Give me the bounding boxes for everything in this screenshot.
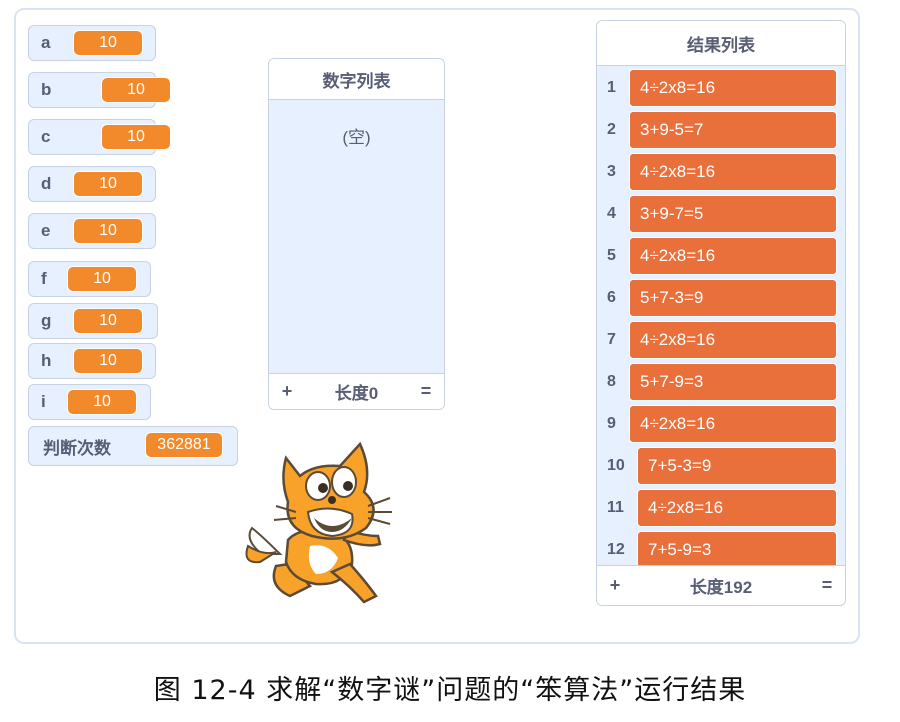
- variable-value: 10: [67, 266, 137, 292]
- list-item-index: 6: [607, 289, 616, 306]
- list-item-value[interactable]: 4÷2x8=16: [637, 489, 837, 527]
- resize-handle[interactable]: =: [819, 575, 835, 596]
- variable-name: b: [41, 80, 52, 99]
- list-monitor-numbers[interactable]: 数字列表 (空) + 长度0 =: [268, 58, 445, 410]
- variable-value: 10: [101, 124, 171, 150]
- variable-monitor-d[interactable]: d 10: [28, 166, 156, 202]
- list-item-index: 5: [607, 247, 616, 264]
- list-item-value[interactable]: 4÷2x8=16: [629, 321, 837, 359]
- list-title: 结果列表: [597, 21, 845, 66]
- add-item-button[interactable]: +: [607, 575, 623, 596]
- list-footer: + 长度0 =: [269, 373, 444, 409]
- variable-value: 10: [101, 77, 171, 103]
- variable-name: a: [41, 33, 51, 52]
- list-item-index: 9: [607, 415, 616, 432]
- variable-monitor-c[interactable]: c 10: [28, 119, 171, 155]
- scratch-cat-sprite-icon[interactable]: [240, 436, 424, 612]
- list-item-value[interactable]: 4÷2x8=16: [629, 153, 837, 191]
- add-item-button[interactable]: +: [279, 381, 295, 402]
- list-item-index: 8: [607, 373, 616, 390]
- list-item-value[interactable]: 4÷2x8=16: [629, 237, 837, 275]
- list-footer: + 长度192 =: [597, 565, 845, 605]
- list-item-index: 2: [607, 121, 616, 138]
- figure-caption: 图 12-4 求解“数字谜”问题的“笨算法”运行结果: [153, 675, 747, 706]
- list-length: 长度192: [689, 578, 753, 597]
- variable-value: 10: [73, 30, 143, 56]
- variable-monitor-b[interactable]: b 10: [28, 72, 171, 108]
- variable-value: 362881: [145, 432, 223, 458]
- list-item-index: 4: [607, 205, 616, 222]
- list-item-index: 12: [607, 541, 625, 558]
- variable-monitor-judge-count[interactable]: 判断次数 362881: [28, 426, 238, 466]
- variable-value: 10: [67, 389, 137, 415]
- list-item-index: 3: [607, 163, 616, 180]
- variable-value: 10: [73, 308, 143, 334]
- variable-monitor-a[interactable]: a 10: [28, 25, 156, 61]
- variable-value: 10: [73, 348, 143, 374]
- variable-name: d: [41, 174, 52, 193]
- variable-name: e: [41, 221, 51, 240]
- list-item-index: 11: [607, 499, 624, 516]
- variable-name: 判断次数: [43, 438, 111, 458]
- variable-name: c: [41, 127, 51, 146]
- variable-monitor-h[interactable]: h 10: [28, 343, 156, 379]
- list-item-index: 7: [607, 331, 616, 348]
- list-item-value[interactable]: 7+5-9=3: [637, 531, 837, 569]
- variable-monitor-g[interactable]: g 10: [28, 303, 158, 339]
- list-title: 数字列表: [269, 59, 444, 100]
- variable-name: g: [41, 311, 52, 330]
- variable-monitor-f[interactable]: f 10: [28, 261, 151, 297]
- variable-value: 10: [73, 218, 143, 244]
- list-item-value[interactable]: 4÷2x8=16: [629, 405, 837, 443]
- list-empty-text: (空): [342, 128, 371, 147]
- variable-name: i: [41, 392, 46, 411]
- list-item-index: 1: [607, 79, 616, 96]
- list-item-value[interactable]: 5+7-9=3: [629, 363, 837, 401]
- variable-monitor-i[interactable]: i 10: [28, 384, 151, 420]
- list-item-index: 10: [607, 457, 625, 474]
- variable-monitor-e[interactable]: e 10: [28, 213, 156, 249]
- list-monitor-results[interactable]: 结果列表 1 4÷2x8=16 2 3+9-5=7 3 4÷2x8=16 4 3+9-7=5 5…: [596, 20, 846, 606]
- variable-name: h: [41, 351, 52, 370]
- list-item-value[interactable]: 4÷2x8=16: [629, 69, 837, 107]
- list-item-value[interactable]: 3+9-7=5: [629, 195, 837, 233]
- variable-value: 10: [73, 171, 143, 197]
- list-item-value[interactable]: 7+5-3=9: [637, 447, 837, 485]
- variable-name: f: [41, 269, 47, 288]
- resize-handle[interactable]: =: [418, 381, 434, 402]
- list-item-value[interactable]: 5+7-3=9: [629, 279, 837, 317]
- list-length: 长度0: [334, 384, 379, 403]
- list-item-value[interactable]: 3+9-5=7: [629, 111, 837, 149]
